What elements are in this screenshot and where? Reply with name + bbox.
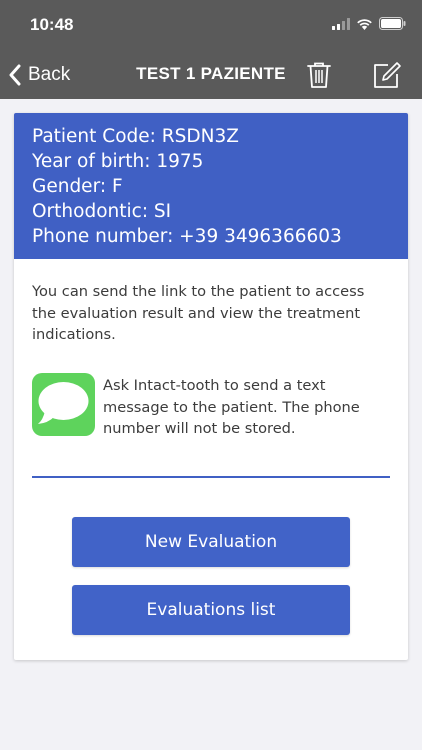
sms-description: Ask Intact-tooth to send a text message … — [103, 377, 360, 437]
status-icons — [332, 17, 406, 30]
gender: Gender: F — [32, 176, 123, 197]
nav-bar: Back TEST 1 PAZIENTE — [0, 50, 422, 99]
edit-button[interactable] — [372, 61, 402, 89]
orthodontic: Orthodontic: SI — [32, 201, 172, 222]
new-evaluation-button[interactable]: New Evaluation — [72, 517, 350, 567]
page-title: TEST 1 PAZIENTE — [136, 64, 286, 83]
message-bubble-icon[interactable] — [32, 373, 95, 436]
trash-icon — [307, 62, 331, 88]
status-time: 10:48 — [30, 15, 74, 34]
send-sms-option[interactable]: Ask Intact-tooth to send a text message … — [32, 373, 394, 437]
year-of-birth: Year of birth: 1975 — [32, 151, 204, 172]
patient-card: Patient Code: RSDN3Z Year of birth: 1975… — [14, 113, 408, 660]
signal-icon — [332, 17, 350, 30]
delete-button[interactable] — [306, 61, 332, 89]
status-bar: 10:48 — [0, 0, 422, 50]
send-link-description: You can send the link to the patient to … — [32, 283, 365, 343]
phone-number: Phone number: +39 3496366603 — [32, 226, 342, 247]
evaluations-list-button[interactable]: Evaluations list — [72, 585, 350, 635]
patient-code: Patient Code: RSDN3Z — [32, 126, 239, 147]
edit-icon — [374, 62, 401, 88]
battery-icon — [379, 17, 406, 30]
wifi-icon — [357, 18, 372, 30]
divider — [32, 476, 390, 478]
patient-info-header: Patient Code: RSDN3Z Year of birth: 1975… — [14, 113, 408, 259]
